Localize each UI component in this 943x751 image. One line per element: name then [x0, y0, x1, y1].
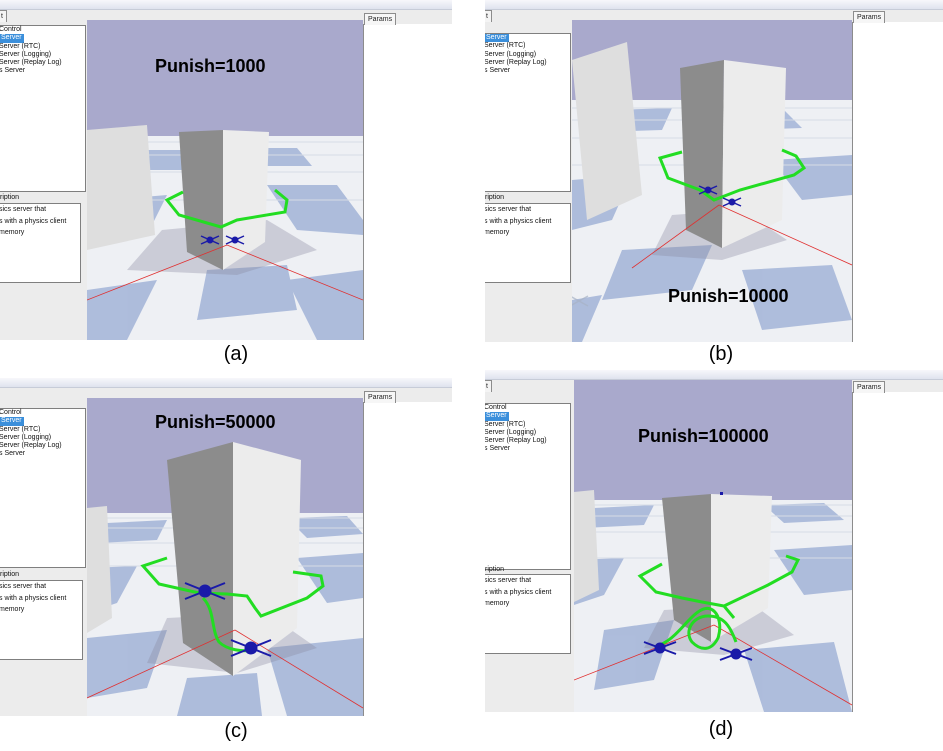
tree-item-selected[interactable]: Server [0, 34, 85, 43]
tree-item-selected[interactable]: Server [485, 34, 570, 43]
params-tab[interactable]: Params [853, 381, 886, 393]
panel-a: t Control Server Server (RTC) Server (Lo… [0, 0, 452, 340]
window-titlebar [485, 0, 943, 10]
description-line: memory [0, 606, 25, 613]
tree-item[interactable]: s Server [485, 445, 570, 453]
example-tree[interactable]: Server Server (RTC) Server (Logging) Ser… [485, 33, 571, 192]
tree-item[interactable]: s Server [0, 67, 85, 75]
description-box: sics server that s with a physics client… [0, 203, 81, 283]
description-box: sics server that s with a physics client… [485, 574, 571, 654]
description-line: s with a physics client [0, 217, 67, 225]
tree-item[interactable]: Server (Logging) [485, 51, 570, 59]
params-tab[interactable]: Params [364, 391, 397, 403]
punish-label: Punish=10000 [668, 286, 789, 306]
tree-item[interactable]: Server (RTC) [485, 42, 570, 50]
description-line: memory [485, 600, 510, 607]
tree-item[interactable]: Server (Replay Log) [485, 59, 570, 67]
description-line: s with a physics client [485, 217, 552, 225]
tree-item[interactable]: Server (Replay Log) [0, 442, 85, 450]
punish-label: Punish=1000 [155, 56, 266, 76]
tree-item[interactable]: Server (Logging) [0, 434, 85, 442]
tree-item[interactable]: Control [0, 26, 85, 34]
3d-viewport[interactable]: Punish=1000 [87, 20, 363, 340]
explorer-tab[interactable]: t [0, 10, 7, 22]
window-titlebar [0, 378, 452, 388]
description-line: s with a physics client [0, 594, 67, 602]
params-tab[interactable]: Params [853, 11, 886, 23]
caption-b: (b) [708, 343, 734, 365]
example-tree[interactable]: Control Server Server (RTC) Server (Logg… [0, 408, 86, 568]
description-line: sics server that [485, 577, 532, 584]
3d-viewport[interactable]: Punish=10000 [572, 20, 852, 342]
description-line: sics server that [0, 206, 47, 213]
punish-label: Punish=100000 [638, 426, 769, 446]
tree-item[interactable]: Server (Logging) [485, 429, 570, 437]
params-panel[interactable] [363, 402, 452, 716]
tree-item[interactable]: s Server [0, 450, 85, 458]
description-line: sics server that [485, 206, 532, 213]
tree-item-selected[interactable]: Server [485, 412, 570, 421]
3d-viewport[interactable]: Punish=50000 [87, 398, 363, 716]
panel-c: Control Server Server (RTC) Server (Logg… [0, 378, 452, 716]
example-tree[interactable]: Control Server Server (RTC) Server (Logg… [0, 25, 86, 192]
caption-c: (c) [224, 720, 248, 742]
window-titlebar [485, 370, 943, 380]
tree-item[interactable]: Control [485, 404, 570, 412]
panel-b: t Server Server (RTC) Server (Logging) S… [485, 0, 943, 342]
params-tab[interactable]: Params [364, 13, 397, 25]
caption-d: (d) [708, 718, 734, 740]
params-panel[interactable] [852, 22, 943, 342]
panel-d: t Control Server Server (RTC) Server (Lo… [485, 370, 943, 712]
description-label: ription [0, 194, 20, 201]
description-label: ription [485, 566, 505, 573]
description-line: s with a physics client [485, 588, 552, 596]
params-panel[interactable] [852, 392, 943, 712]
tree-item[interactable]: Server (RTC) [485, 421, 570, 429]
description-label: ription [485, 194, 505, 201]
explorer-tab[interactable]: t [485, 380, 492, 392]
description-line: sics server that [0, 583, 47, 590]
description-box: sics server that s with a physics client… [0, 580, 83, 660]
tree-item[interactable]: Server (Logging) [0, 51, 85, 59]
tree-item[interactable]: Server (RTC) [0, 43, 85, 51]
example-tree[interactable]: Control Server Server (RTC) Server (Logg… [485, 403, 571, 570]
explorer-tab[interactable]: t [485, 10, 492, 22]
description-box: sics server that s with a physics client… [485, 203, 571, 283]
tree-item[interactable]: Control [0, 409, 85, 417]
3d-viewport[interactable]: Punish=100000 [574, 380, 852, 712]
punish-label: Punish=50000 [155, 412, 276, 432]
description-line: memory [0, 229, 25, 236]
window-titlebar [0, 0, 452, 10]
tree-item-selected[interactable]: Server [0, 417, 85, 426]
description-label: ription [0, 571, 20, 578]
tree-item[interactable]: s Server [485, 67, 570, 75]
params-panel[interactable] [363, 24, 452, 340]
description-line: memory [485, 229, 510, 236]
scene-render [87, 398, 363, 716]
caption-a: (a) [223, 343, 249, 365]
tree-item[interactable]: Server (Replay Log) [0, 59, 85, 67]
tree-item[interactable]: Server (Replay Log) [485, 437, 570, 445]
tree-item[interactable]: Server (RTC) [0, 426, 85, 434]
